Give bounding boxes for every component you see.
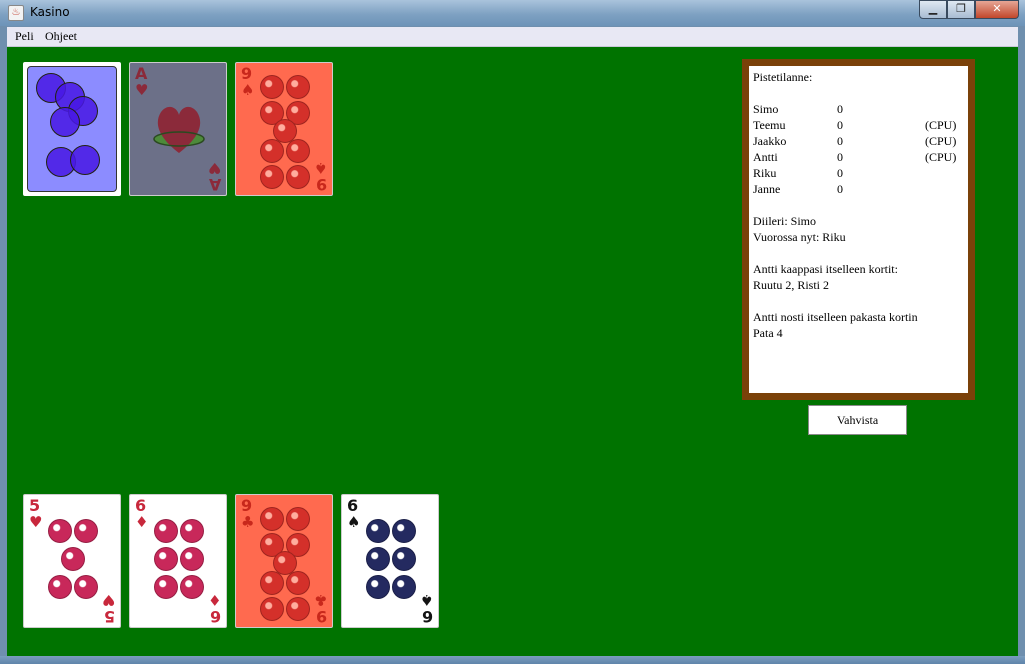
card-back-pattern: [27, 66, 117, 192]
pip-dot: [180, 519, 204, 543]
pip-dot: [286, 597, 310, 621]
dealer-line: Diileri: Simo: [753, 214, 816, 228]
pip-dot: [286, 75, 310, 99]
pip-dot: [260, 165, 284, 189]
pip-dot: [392, 547, 416, 571]
pip-dot: [366, 519, 390, 543]
java-cup-icon: ♨: [8, 5, 24, 21]
table-card-ace-of-hearts[interactable]: A ♥ ♥ A: [129, 62, 227, 196]
pip-dot: [366, 547, 390, 571]
hand-card-nine-of-clubs[interactable]: 9 ♣ ♣ 9: [235, 494, 333, 628]
card-rank: 5: [103, 607, 115, 626]
diamond-suit-icon: ♦: [135, 513, 149, 531]
pip-dot: [48, 519, 72, 543]
pip-dot: [366, 575, 390, 599]
pip-dot: [180, 547, 204, 571]
card-rank: 6: [209, 607, 221, 626]
player-name: Jaakko: [753, 134, 787, 148]
player-points: 0: [837, 134, 843, 148]
card-rank: A: [135, 64, 148, 83]
pip-dot: [74, 519, 98, 543]
event-line: Antti nosti itselleen pakasta kortin: [753, 310, 918, 324]
card-rank: 9: [315, 607, 327, 626]
menu-bar: Peli Ohjeet: [7, 27, 1018, 47]
club-suit-icon: ♣: [313, 591, 327, 609]
pip-dot: [260, 571, 284, 595]
score-panel: Pistetilanne: Simo 0 Teemu 0 (CPU) Jaakk…: [742, 59, 975, 400]
player-points: 0: [837, 166, 843, 180]
card-rank: 9: [241, 496, 253, 515]
confirm-button[interactable]: Vahvista: [808, 405, 907, 435]
pip-dot: [392, 519, 416, 543]
spade-suit-icon: ♠: [241, 81, 255, 99]
minimize-button[interactable]: ▁: [919, 0, 947, 19]
card-rank: 6: [135, 496, 147, 515]
cpu-tag: (CPU): [925, 150, 957, 164]
pip-dot: [74, 575, 98, 599]
table-card-nine-of-spades[interactable]: 9 ♠ ♠ 9: [235, 62, 333, 196]
card-rank: 5: [29, 496, 41, 515]
player-points: 0: [837, 150, 843, 164]
event-line: Antti kaappasi itselleen kortit:: [753, 262, 898, 276]
taskbar-strip: [0, 656, 1025, 664]
pip-dot: [260, 507, 284, 531]
card-rank: 6: [347, 496, 359, 515]
player-points: 0: [837, 182, 843, 196]
heart-suit-icon: ♥: [207, 159, 221, 177]
hand-card-six-of-spades[interactable]: 6 ♠ ♠ 6: [341, 494, 439, 628]
maximize-button[interactable]: ❐: [947, 0, 975, 19]
card-rank: 6: [421, 607, 433, 626]
game-table: A ♥ ♥ A 9 ♠ ♠ 9 Pistetilanne: Simo 0 Tee…: [7, 47, 1018, 656]
pip-dot: [260, 139, 284, 163]
heart-suit-icon: ♥: [135, 81, 149, 99]
pip-dot: [286, 165, 310, 189]
pip-dot: [260, 75, 284, 99]
deck-card-back[interactable]: [23, 62, 121, 196]
player-points: 0: [837, 102, 843, 116]
cpu-tag: (CPU): [925, 134, 957, 148]
title-bar[interactable]: ♨ Kasino ▁ ❐ ✕: [0, 0, 1025, 26]
club-suit-icon: ♣: [241, 513, 255, 531]
hand-card-six-of-diamonds[interactable]: 6 ♦ ♦ 6: [129, 494, 227, 628]
pip-dot: [154, 547, 178, 571]
hand-card-five-of-hearts[interactable]: 5 ♥ ♥ 5: [23, 494, 121, 628]
pip-dot: [286, 571, 310, 595]
close-button[interactable]: ✕: [975, 0, 1019, 19]
menu-ohjeet[interactable]: Ohjeet: [45, 29, 77, 44]
spade-suit-icon: ♠: [313, 159, 327, 177]
spade-suit-icon: ♠: [419, 591, 433, 609]
player-name: Antti: [753, 150, 778, 164]
cpu-tag: (CPU): [925, 118, 957, 132]
heart-suit-icon: ♥: [29, 513, 43, 531]
pip-dot: [180, 575, 204, 599]
pip-dot: [61, 547, 85, 571]
player-name: Riku: [753, 166, 777, 180]
heart-suit-icon: ♥: [101, 591, 115, 609]
event-line: Pata 4: [753, 326, 783, 340]
card-rank: 9: [241, 64, 253, 83]
pip-dot: [392, 575, 416, 599]
pip-dot: [260, 597, 284, 621]
player-points: 0: [837, 118, 843, 132]
player-name: Teemu: [753, 118, 786, 132]
score-heading: Pistetilanne:: [753, 70, 813, 84]
diamond-suit-icon: ♦: [207, 591, 221, 609]
pip-dot: [48, 575, 72, 599]
pip-dot: [154, 575, 178, 599]
spade-suit-icon: ♠: [347, 513, 361, 531]
event-line: Ruutu 2, Risti 2: [753, 278, 830, 292]
pip-dot: [154, 519, 178, 543]
pip-dot: [286, 507, 310, 531]
turn-line: Vuorossa nyt: Riku: [753, 230, 846, 244]
player-name: Simo: [753, 102, 779, 116]
window-controls: ▁ ❐ ✕: [919, 0, 1019, 19]
player-name: Janne: [753, 182, 781, 196]
window-title: Kasino: [30, 5, 70, 19]
card-rank: 9: [315, 175, 327, 194]
pip-dot: [286, 139, 310, 163]
heart-emblem-icon: [153, 106, 205, 153]
card-rank: A: [208, 175, 221, 194]
menu-peli[interactable]: Peli: [15, 29, 34, 44]
